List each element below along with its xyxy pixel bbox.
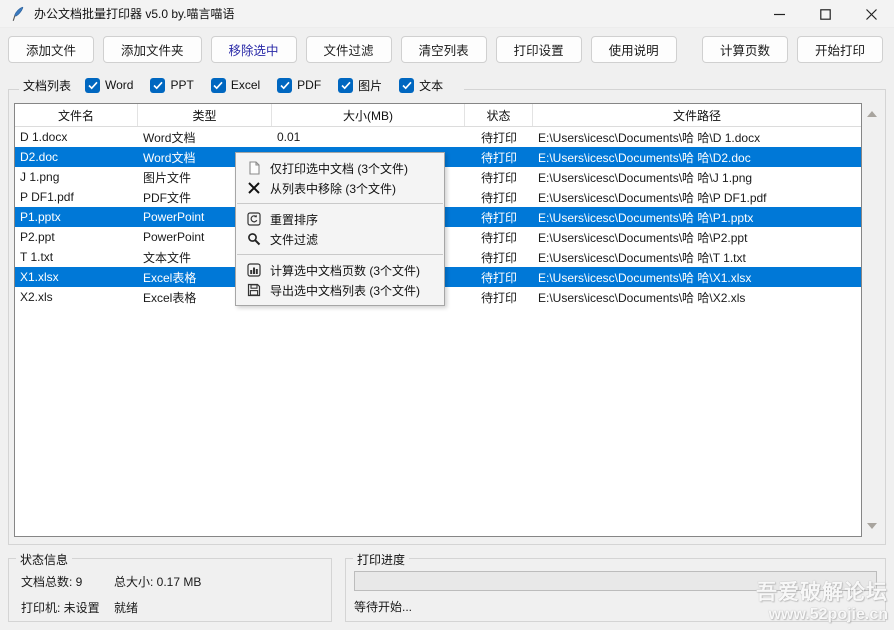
menu-item-print-selected[interactable]: 仅打印选中文档 (3个文件) [236,158,444,178]
status-info-group: 状态信息 文档总数: 9 总大小: 0.17 MB 打印机: 未设置 就绪 [8,558,332,622]
total-size-text: 总大小: 0.17 MB [114,573,201,590]
print-selected-icon [246,160,262,176]
document-list-label: 文档列表 [23,77,71,94]
ready-text: 就绪 [114,599,201,616]
file-filter-icon [246,231,262,247]
window-title: 办公文档批量打印器 v5.0 by.喵言喵语 [34,5,234,22]
count-pages-button[interactable]: 计算页数 [702,36,788,63]
menu-separator [237,254,443,255]
context-menu: 仅打印选中文档 (3个文件) 从列表中移除 (3个文件) 重置排序 文件过滤 计… [235,152,445,306]
column-header-filename[interactable]: 文件名 [15,104,138,126]
checkbox-checked-icon [338,78,353,93]
remove-from-list-icon [246,180,262,196]
checkbox-checked-icon [277,78,292,93]
column-header-path[interactable]: 文件路径 [533,104,861,126]
column-header-size[interactable]: 大小(MB) [272,104,465,126]
close-button[interactable] [848,0,894,28]
filter-checkbox-image[interactable]: 图片 [338,77,382,94]
filter-checkbox-excel[interactable]: Excel [211,78,260,93]
toolbar: 添加文件 添加文件夹 移除选中 文件过滤 清空列表 打印设置 使用说明 计算页数… [8,36,886,63]
scroll-down-icon[interactable] [867,523,877,529]
remove-selected-button[interactable]: 移除选中 [211,36,297,63]
filter-checkbox-text[interactable]: 文本 [399,77,443,94]
table-row[interactable]: D 1.docx Word文档 0.01 待打印 E:\Users\icesc\… [15,127,861,147]
checkbox-checked-icon [85,78,100,93]
checkbox-checked-icon [399,78,414,93]
menu-item-export-list[interactable]: 导出选中文档列表 (3个文件) [236,280,444,300]
printer-text: 打印机: 未设置 [21,599,114,616]
help-button[interactable]: 使用说明 [591,36,677,63]
column-header-type[interactable]: 类型 [138,104,272,126]
menu-item-count-pages[interactable]: 计算选中文档页数 (3个文件) [236,260,444,280]
add-files-button[interactable]: 添加文件 [8,36,94,63]
menu-item-remove-from-list[interactable]: 从列表中移除 (3个文件) [236,178,444,198]
add-folder-button[interactable]: 添加文件夹 [103,36,202,63]
table-header: 文件名 类型 大小(MB) 状态 文件路径 [15,104,861,127]
print-settings-button[interactable]: 打印设置 [496,36,582,63]
menu-item-reset-sort[interactable]: 重置排序 [236,209,444,229]
print-progress-label: 打印进度 [353,551,409,568]
status-info-label: 状态信息 [16,551,72,568]
filter-checkbox-word[interactable]: Word [85,78,133,93]
checkbox-checked-icon [211,78,226,93]
column-header-status[interactable]: 状态 [465,104,533,126]
checkbox-checked-icon [150,78,165,93]
clear-list-button[interactable]: 清空列表 [401,36,487,63]
progress-status-text: 等待开始... [354,598,412,615]
filter-checkbox-ppt[interactable]: PPT [150,78,193,93]
menu-separator [237,203,443,204]
maximize-button[interactable] [802,0,848,28]
titlebar: 办公文档批量打印器 v5.0 by.喵言喵语 [0,0,894,28]
minimize-button[interactable] [756,0,802,28]
count-pages-icon [246,262,262,278]
file-filter-button[interactable]: 文件过滤 [306,36,392,63]
menu-item-file-filter[interactable]: 文件过滤 [236,229,444,249]
app-feather-icon [10,6,26,22]
scroll-up-icon[interactable] [867,111,877,117]
export-list-icon [246,282,262,298]
progress-bar [354,571,877,591]
reset-sort-icon [246,211,262,227]
print-progress-group: 打印进度 等待开始... [345,558,886,622]
start-print-button[interactable]: 开始打印 [797,36,883,63]
table-scrollbar[interactable] [864,103,879,537]
filter-checkbox-pdf[interactable]: PDF [277,78,321,93]
doc-count-text: 文档总数: 9 [21,573,114,590]
